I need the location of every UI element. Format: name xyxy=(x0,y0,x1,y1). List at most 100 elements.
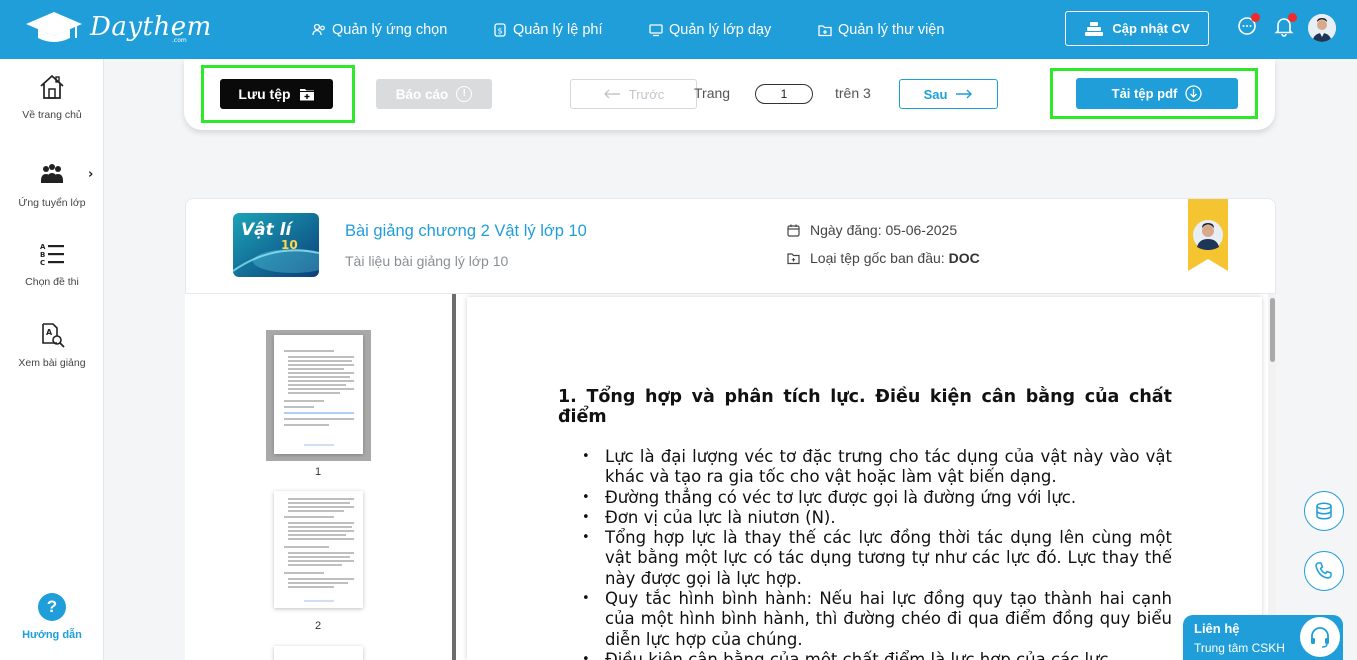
nav-label: Quản lý thư viện xyxy=(838,21,945,38)
sidebar-item-view-lecture[interactable]: A Xem bài giảng xyxy=(0,321,104,369)
post-date: Ngày đăng: 05-06-2025 xyxy=(787,222,957,238)
date-value: 05-06-2025 xyxy=(885,222,958,238)
list-item: Lực là đại lượng véc tơ đặc trưng cho tá… xyxy=(582,447,1172,488)
nav-manage-applications[interactable]: Quản lý ứng chọn xyxy=(312,0,447,59)
svg-text:$: $ xyxy=(497,26,502,35)
sidebar-item-choose-exam[interactable]: ABC Chọn đề thi xyxy=(0,240,104,288)
page-thumbnail-number: 1 xyxy=(315,466,322,478)
sidebar-item-label: Xem bài giảng xyxy=(18,357,86,369)
list-item: Đường thẳng có véc tơ lực được gọi là đư… xyxy=(582,488,1172,509)
page-thumbnail-2[interactable] xyxy=(274,491,363,608)
file-type: Loại tệp gốc ban đầu: DOC xyxy=(787,250,980,266)
page-thumbnail-3[interactable] xyxy=(274,646,363,660)
fee-icon: $ xyxy=(494,22,506,37)
report-button[interactable]: Báo cáo ! xyxy=(376,79,492,109)
contact-subtitle: Trung tâm CSKH xyxy=(1194,641,1285,655)
page-bullet-list: Lực là đại lượng véc tơ đặc trưng cho tá… xyxy=(582,447,1172,660)
prev-label: Trước xyxy=(628,86,665,102)
notification-button[interactable] xyxy=(1273,13,1297,39)
chat-button[interactable] xyxy=(1236,13,1260,39)
bookmark-ribbon-icon xyxy=(1188,199,1228,271)
download-pdf-button[interactable]: Tải tệp pdf xyxy=(1076,78,1238,109)
chevron-right-icon[interactable]: › xyxy=(88,167,93,182)
report-label: Báo cáo xyxy=(395,86,449,102)
database-icon xyxy=(1316,502,1332,520)
svg-text:A: A xyxy=(40,243,46,251)
help-button[interactable]: ? Hướng dẫn xyxy=(0,593,104,641)
cover-number: 10 xyxy=(281,238,298,252)
floating-database-button[interactable] xyxy=(1304,491,1344,531)
folder-icon xyxy=(787,252,800,264)
group-icon xyxy=(41,164,63,183)
daythem-logo[interactable]: Daythem .com xyxy=(24,10,211,50)
page-thumbnail-number: 2 xyxy=(315,620,322,632)
arrow-right-icon xyxy=(956,89,973,99)
brand-name: Daythem xyxy=(90,12,212,42)
notification-badge xyxy=(1288,13,1297,22)
nav-manage-library[interactable]: Quản lý thư viện xyxy=(818,0,944,59)
chat-badge xyxy=(1251,13,1260,22)
sidebar-item-home[interactable]: Về trang chủ xyxy=(0,73,104,121)
list-item: Tổng hợp lực là thay thế các lực đồng th… xyxy=(582,528,1172,589)
page-heading: 1. Tổng hợp và phân tích lực. Điều kiện … xyxy=(558,387,1172,427)
update-cv-button[interactable]: Cập nhật CV xyxy=(1065,11,1209,46)
contact-support-widget[interactable]: Liên hệ Trung tâm CSKH xyxy=(1183,615,1343,660)
page-preview-icon xyxy=(284,498,354,602)
page-thumbnail-1[interactable] xyxy=(274,335,363,454)
svg-text:C: C xyxy=(40,259,45,267)
sidebar-item-label: Ứng tuyển lớp xyxy=(18,197,86,209)
calendar-icon xyxy=(787,224,800,237)
cover-title: Vật lí xyxy=(241,220,294,240)
page-label: Trang xyxy=(694,85,731,101)
update-cv-label: Cập nhật CV xyxy=(1112,21,1190,36)
prev-page-button[interactable]: Trước xyxy=(570,79,697,109)
info-icon: ! xyxy=(456,86,473,102)
folder-add-icon xyxy=(299,89,314,101)
floating-phone-button[interactable] xyxy=(1304,551,1344,591)
library-icon xyxy=(818,24,832,36)
graduation-cap-icon xyxy=(26,12,82,42)
scrollbar-thumb[interactable] xyxy=(1270,298,1275,362)
question-icon: ? xyxy=(38,593,66,621)
phone-icon xyxy=(1315,562,1332,579)
brand-sub: .com xyxy=(172,37,187,44)
list-item: Đơn vị của lực là niutơn (N). xyxy=(582,508,1172,529)
headset-icon xyxy=(1311,627,1329,648)
filetype-value: DOC xyxy=(948,250,980,266)
filetype-label: Loại tệp gốc ban đầu: xyxy=(810,250,945,266)
save-file-label: Lưu tệp xyxy=(238,86,291,102)
document-info-card xyxy=(185,198,1276,294)
page-number-input[interactable] xyxy=(755,84,813,104)
author-ribbon[interactable] xyxy=(1188,199,1228,271)
document-cover-image[interactable]: Vật lí 10 xyxy=(233,213,319,277)
svg-text:B: B xyxy=(40,251,45,259)
headset-button[interactable] xyxy=(1300,617,1340,657)
physics-cover-icon: Vật lí 10 xyxy=(233,213,319,277)
nav-label: Quản lý lớp dạy xyxy=(669,21,772,38)
lecture-search-icon: A xyxy=(42,323,65,348)
document-page: 1. Tổng hợp và phân tích lực. Điều kiện … xyxy=(467,297,1262,660)
help-label: Hướng dẫn xyxy=(22,629,82,641)
document-title[interactable]: Bài giảng chương 2 Vật lý lớp 10 xyxy=(345,222,587,241)
viewer-scrollbar[interactable] xyxy=(1268,294,1276,660)
next-page-button[interactable]: Sau xyxy=(899,79,998,109)
abc-list-icon: ABC xyxy=(40,243,64,267)
list-item: Điều kiện cân bằng của một chất điểm là … xyxy=(582,650,1172,660)
next-label: Sau xyxy=(923,86,948,102)
nav-manage-fees[interactable]: $ Quản lý lệ phí xyxy=(493,0,602,59)
top-navbar: Daythem .com Quản lý ứng chọn $ Quản lý … xyxy=(0,0,1357,59)
sidebar-item-label: Chọn đề thi xyxy=(25,276,79,288)
user-avatar[interactable] xyxy=(1308,14,1336,42)
sidebar-item-label: Về trang chủ xyxy=(22,109,82,121)
download-icon xyxy=(1185,85,1203,102)
panel-divider[interactable] xyxy=(452,294,456,660)
thumbnail-panel[interactable]: 1 2 xyxy=(185,294,453,660)
page-total-label: trên 3 xyxy=(835,85,871,101)
save-file-button[interactable]: Lưu tệp xyxy=(220,79,333,109)
svg-text:A: A xyxy=(46,328,53,337)
class-icon xyxy=(649,23,663,36)
list-item: Quy tắc hình bình hành: Nếu hai lực đồng… xyxy=(582,589,1172,650)
nav-manage-classes[interactable]: Quản lý lớp dạy xyxy=(649,0,771,59)
nav-label: Quản lý lệ phí xyxy=(513,21,603,38)
sidebar: Về trang chủ Ứng tuyển lớp › ABC Chọn đề… xyxy=(0,59,104,660)
